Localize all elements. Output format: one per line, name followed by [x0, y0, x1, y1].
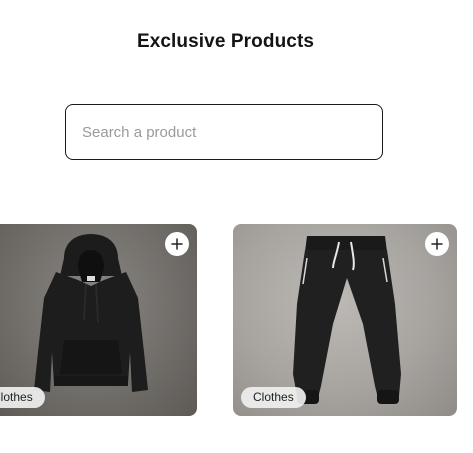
category-badge: Clothes — [0, 387, 45, 408]
plus-icon — [171, 238, 183, 250]
plus-icon — [431, 238, 443, 250]
product-card-hoodie[interactable]: Clothes — [0, 224, 197, 416]
search-input[interactable] — [65, 104, 383, 160]
product-card-sweatpants[interactable]: Clothes — [233, 224, 457, 416]
add-to-cart-button[interactable] — [425, 232, 449, 256]
add-to-cart-button[interactable] — [165, 232, 189, 256]
page: Exclusive Products Clothes — [0, 0, 473, 453]
category-badge: Clothes — [241, 387, 306, 408]
page-title: Exclusive Products — [136, 31, 315, 52]
